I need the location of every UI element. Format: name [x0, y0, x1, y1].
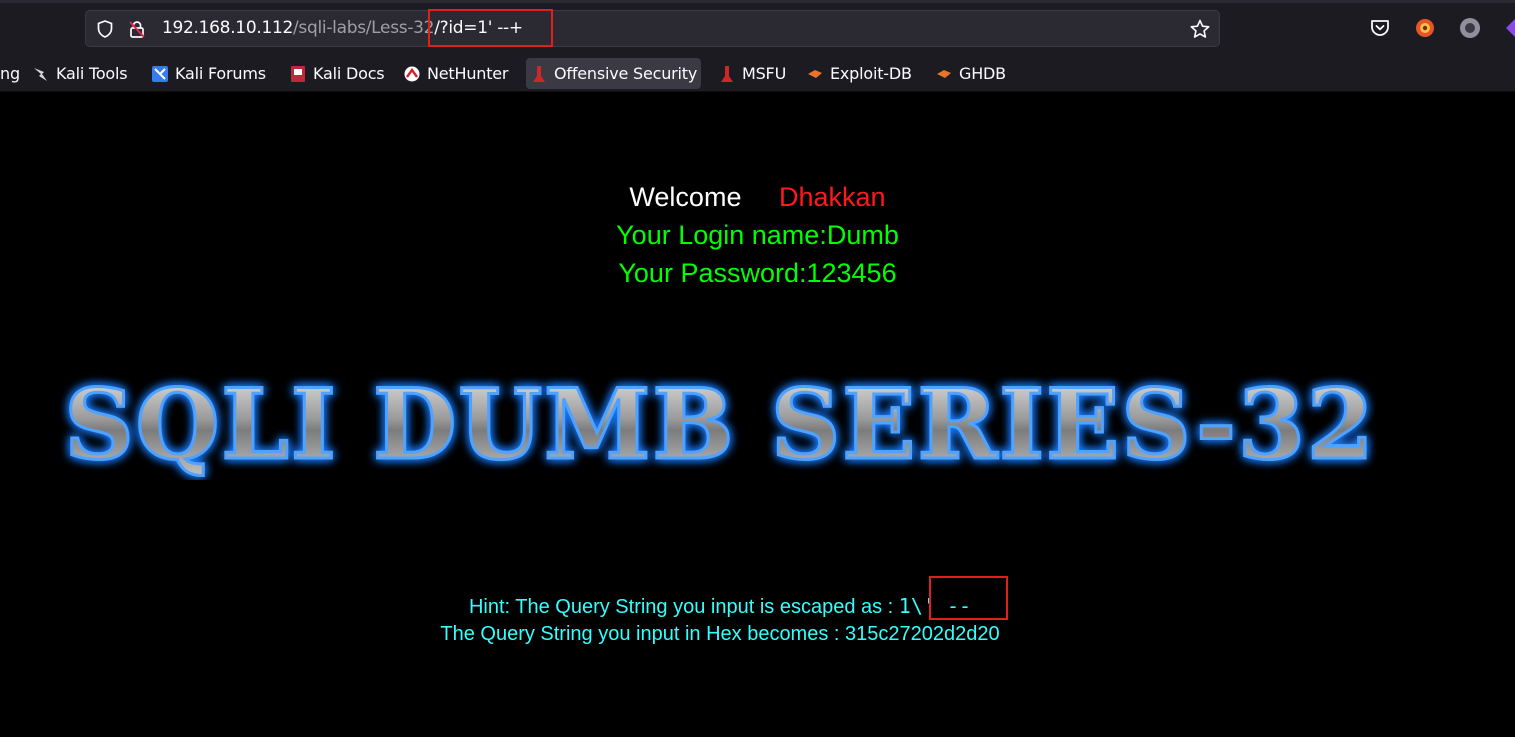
kali-tools-icon [34, 67, 47, 81]
browser-toolbar: 192.168.10.112/sqli-labs/Less-32/?id=1' … [0, 0, 1515, 56]
bookmark-star-icon[interactable] [1189, 18, 1211, 40]
bookmark-label: Kali Forums [175, 64, 266, 83]
escaped-value-highlight-box [929, 576, 1008, 620]
bookmark-exploit-db[interactable]: Exploit-DB [806, 58, 912, 89]
login-name-line: Your Login name:Dumb [616, 220, 899, 250]
url-host: 192.168.10.112 [162, 18, 293, 38]
bookmark-kali-forums[interactable]: Kali Forums [151, 58, 266, 89]
bookmark-label: Kali Docs [313, 64, 385, 83]
hint-line: Hint: The Query String you input is esca… [0, 594, 1440, 619]
welcome-line: Welcome Dhakkan [0, 182, 1515, 213]
url-path: /sqli-labs/Less-32 [293, 18, 435, 38]
extension-icon[interactable] [1413, 16, 1437, 40]
welcome-text: Welcome [629, 182, 742, 212]
nethunter-icon [404, 66, 420, 81]
ghdb-icon [937, 69, 951, 78]
kali-forums-icon [152, 65, 168, 82]
series-banner-image: SQLI DUMB SERIES-32 [63, 370, 1375, 480]
bookmark-ghdb[interactable]: GHDB [935, 58, 1006, 89]
page-content: Welcome Dhakkan Your Login name:Dumb You… [0, 92, 1515, 737]
bookmarks-toolbar: ng Kali Tools Kali Forums Kali Docs NetH… [0, 56, 1515, 92]
user-name: Dhakkan [778, 182, 886, 212]
bookmark-truncated[interactable]: ng [0, 58, 20, 89]
hex-line: The Query String you input in Hex become… [440, 623, 1000, 645]
hint-prefix: Hint: The Query String you input is esca… [468, 596, 899, 618]
account-icon[interactable] [1458, 16, 1482, 40]
bookmark-label: Exploit-DB [830, 64, 912, 83]
toolbar-divider [0, 0, 1515, 3]
bookmark-label: MSFU [742, 64, 787, 83]
bookmark-label: NetHunter [427, 64, 509, 83]
bookmark-offensive-security[interactable]: Offensive Security [526, 58, 702, 89]
bookmark-msfu[interactable]: MSFU [718, 58, 786, 89]
shield-icon[interactable] [95, 19, 115, 39]
kali-docs-icon [291, 65, 305, 82]
bookmark-kali-docs[interactable]: Kali Docs [289, 58, 385, 89]
bookmark-label: Offensive Security [554, 64, 698, 83]
exploit-db-icon [808, 69, 822, 78]
address-bar[interactable]: 192.168.10.112/sqli-labs/Less-32/?id=1' … [85, 10, 1220, 47]
msfu-icon [721, 65, 733, 82]
offsec-icon [533, 65, 545, 82]
extensions-menu-icon[interactable] [1503, 16, 1515, 40]
pocket-icon[interactable] [1368, 16, 1392, 40]
bookmark-label: ng [0, 64, 20, 83]
bookmark-kali-tools[interactable]: Kali Tools [32, 58, 128, 89]
password-line: Your Password:123456 [618, 258, 897, 288]
bookmark-label: GHDB [959, 64, 1006, 83]
insecure-lock-icon[interactable] [127, 19, 147, 39]
banner-text: SQLI DUMB SERIES-32 [64, 370, 1375, 480]
bookmark-label: Kali Tools [56, 64, 128, 83]
url-query-highlight-box [428, 9, 553, 47]
bookmark-nethunter[interactable]: NetHunter [403, 58, 508, 89]
